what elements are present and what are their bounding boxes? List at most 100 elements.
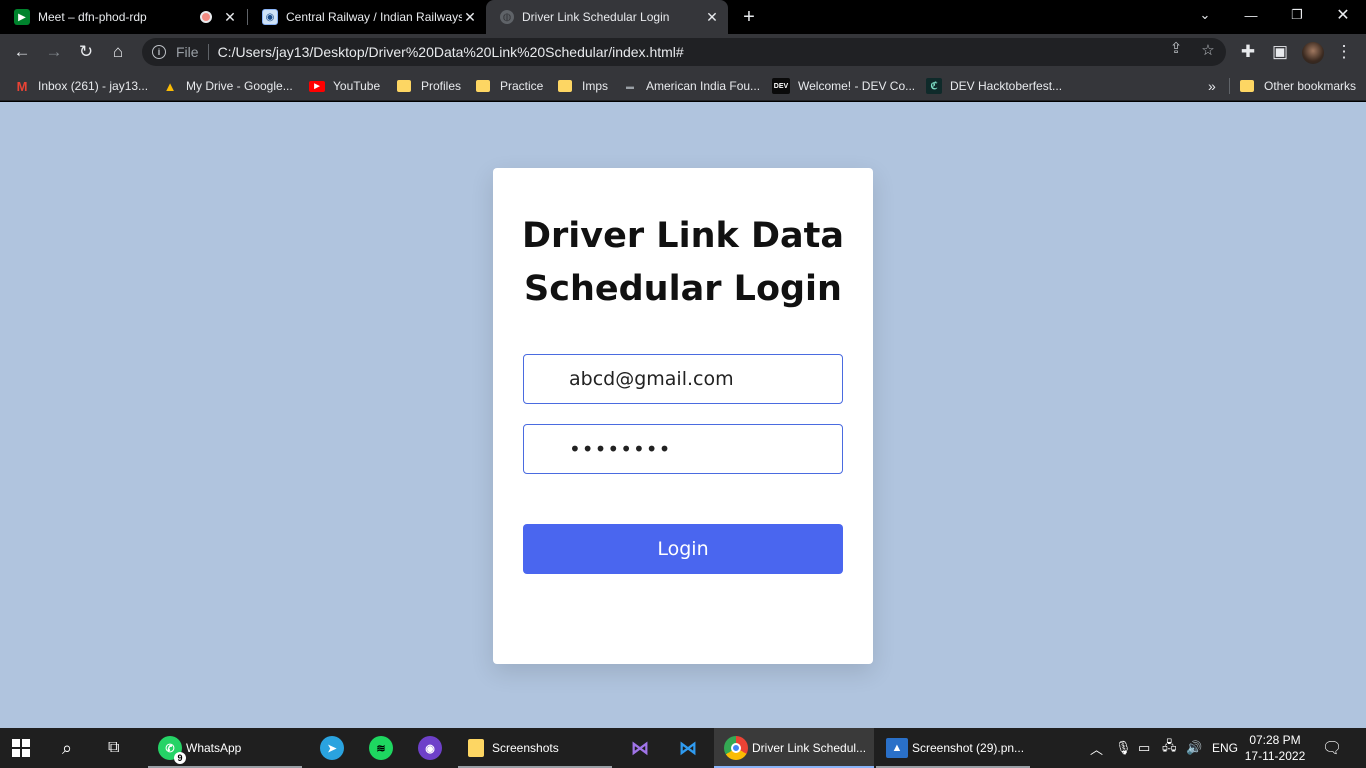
system-clock[interactable]: 07:28 PM 17-11-2022 [1240,732,1310,764]
app-label: WhatsApp [186,741,242,755]
minimize-button[interactable]: — [1228,0,1274,30]
bookmark-label: Imps [582,79,609,93]
password-field[interactable]: •••••••• [523,424,843,474]
login-title-line-1: Driver Link Data [521,216,844,256]
bookmark-label: My Drive - Google... [186,79,293,93]
tab-driver-link-login[interactable]: ◍ Driver Link Schedular Login ✕ [486,0,728,34]
clock-time: 07:28 PM [1249,733,1301,747]
url-text[interactable]: C:/Users/jay13/Desktop/Driver%20Data%20L… [218,44,684,60]
vscode-icon: ⋈ [679,737,697,758]
folder-icon [558,80,572,92]
search-icon[interactable]: ⌕ [62,728,72,768]
task-view-icon[interactable]: ⧉ [108,728,119,768]
email-field[interactable]: abcd@gmail.com [523,354,843,404]
back-arrow-icon[interactable]: ← [8,38,36,66]
notification-badge: 9 [174,752,186,764]
windows-taskbar: ⌕ ⧉ ✆ 9 WhatsApp ➤ ≋ ◉ Screenshots ⋈ ⋈ D… [0,728,1366,768]
battery-icon[interactable]: ▭ [1138,728,1150,768]
bookmark-label: Practice [500,79,544,93]
bookmark-youtube[interactable]: ▶ YouTube [309,76,380,96]
network-icon[interactable]: 🖧 [1162,728,1177,768]
bookmark-other[interactable]: Other bookmarks [1240,76,1356,96]
hacktoberfest-icon: ℭ [926,78,942,94]
url-scheme: File [176,44,199,60]
close-icon[interactable]: ✕ [462,9,478,25]
info-icon[interactable]: i [152,45,166,59]
share-icon[interactable]: ⇪ [1166,38,1186,58]
bookmark-dev[interactable]: DEV Welcome! - DEV Co... [772,76,915,96]
bookmark-gmail[interactable]: M Inbox (261) - jay13... [14,76,148,96]
taskbar-app-vscode[interactable]: ⋈ [676,728,700,768]
telegram-icon: ➤ [320,736,344,760]
bookmark-american-india[interactable]: ▬ American India Fou... [622,76,760,96]
window-close-button[interactable]: ✕ [1320,0,1366,30]
bookmarks-overflow-button[interactable]: » [1208,76,1216,96]
star-icon[interactable]: ☆ [1198,40,1218,60]
taskbar-app-chrome[interactable]: Driver Link Schedul... [714,728,874,768]
bookmark-label: Profiles [421,79,462,93]
forward-arrow-icon[interactable]: → [40,38,68,66]
taskbar-app-spotify[interactable]: ≋ [369,728,393,768]
microphone-icon[interactable]: 🎙 [1115,728,1132,768]
taskbar-app-visual-studio[interactable]: ⋈ [628,728,652,768]
drive-icon: ▲ [163,78,177,94]
folder-icon [468,739,484,757]
menu-kebab-icon[interactable]: ⋮ [1330,38,1358,66]
close-icon[interactable]: ✕ [222,9,238,25]
extensions-icon[interactable]: ✚ [1234,38,1262,66]
language-indicator[interactable]: ENG [1212,728,1238,768]
divider [207,44,209,60]
side-panel-icon[interactable]: ▣ [1266,38,1294,66]
gmail-icon: M [16,78,28,94]
bookmark-drive[interactable]: ▲ My Drive - Google... [162,76,293,96]
volume-icon[interactable]: 🔊 [1186,728,1202,768]
login-card: Driver Link Data Schedular Login abcd@gm… [493,168,873,664]
new-tab-button[interactable]: + [736,4,762,30]
taskbar-app-whatsapp[interactable]: ✆ 9 WhatsApp [148,728,302,768]
bookmark-label: Welcome! - DEV Co... [798,79,916,93]
railway-icon: ◉ [262,9,278,25]
folder-icon [397,80,411,92]
windows-logo-icon [12,739,30,757]
app-label: Screenshot (29).pn... [912,741,1025,755]
login-title: Driver Link Data Schedular Login [493,210,873,316]
address-bar[interactable]: i File C:/Users/jay13/Desktop/Driver%20D… [142,38,1226,66]
home-icon[interactable]: ⌂ [104,38,132,66]
aif-icon: ▬ [626,81,634,91]
close-icon[interactable]: ✕ [704,9,720,25]
bookmark-imps[interactable]: Imps [558,76,608,96]
tab-meet[interactable]: ▶ Meet – dfn-phod-rdp ✕ [0,0,246,34]
visual-studio-icon: ⋈ [631,737,649,758]
folder-icon [476,80,490,92]
taskbar-app-github[interactable]: ◉ [418,728,442,768]
taskbar-app-photos[interactable]: ▲ Screenshot (29).pn... [876,728,1030,768]
bookmark-label: American India Fou... [646,79,761,93]
bookmark-profiles[interactable]: Profiles [397,76,461,96]
meet-icon: ▶ [14,9,30,25]
chrome-icon [724,736,748,760]
folder-icon [1240,80,1254,92]
bookmark-practice[interactable]: Practice [476,76,543,96]
bookmark-label: Other bookmarks [1264,79,1357,93]
globe-icon: ◍ [500,10,514,24]
tab-title: Driver Link Schedular Login [522,10,670,24]
reload-icon[interactable]: ↻ [72,38,100,66]
login-button[interactable]: Login [523,524,843,574]
tab-search-chevron-icon[interactable]: ⌄ [1182,0,1228,30]
start-button[interactable] [12,728,30,768]
profile-avatar[interactable] [1302,42,1324,64]
photos-icon: ▲ [886,738,908,758]
page-viewport: Driver Link Data Schedular Login abcd@gm… [0,102,1366,728]
notification-center-icon[interactable]: 🗨 [1322,728,1342,768]
bookmark-hacktoberfest[interactable]: ℭ DEV Hacktoberfest... [926,76,1062,96]
restore-button[interactable]: ❐ [1274,0,1320,30]
taskbar-app-telegram[interactable]: ➤ [320,728,344,768]
show-hidden-icons-chevron[interactable]: ︿ [1090,728,1103,768]
bookmark-label: DEV Hacktoberfest... [950,79,1063,93]
divider [1229,78,1230,94]
bookmarks-bar: M Inbox (261) - jay13... ▲ My Drive - Go… [0,70,1366,101]
taskbar-app-explorer[interactable]: Screenshots [458,728,612,768]
dev-icon: DEV [772,78,790,94]
app-label: Driver Link Schedul... [752,741,867,755]
tab-central-railway[interactable]: ◉ Central Railway / Indian Railways ✕ [248,0,486,34]
